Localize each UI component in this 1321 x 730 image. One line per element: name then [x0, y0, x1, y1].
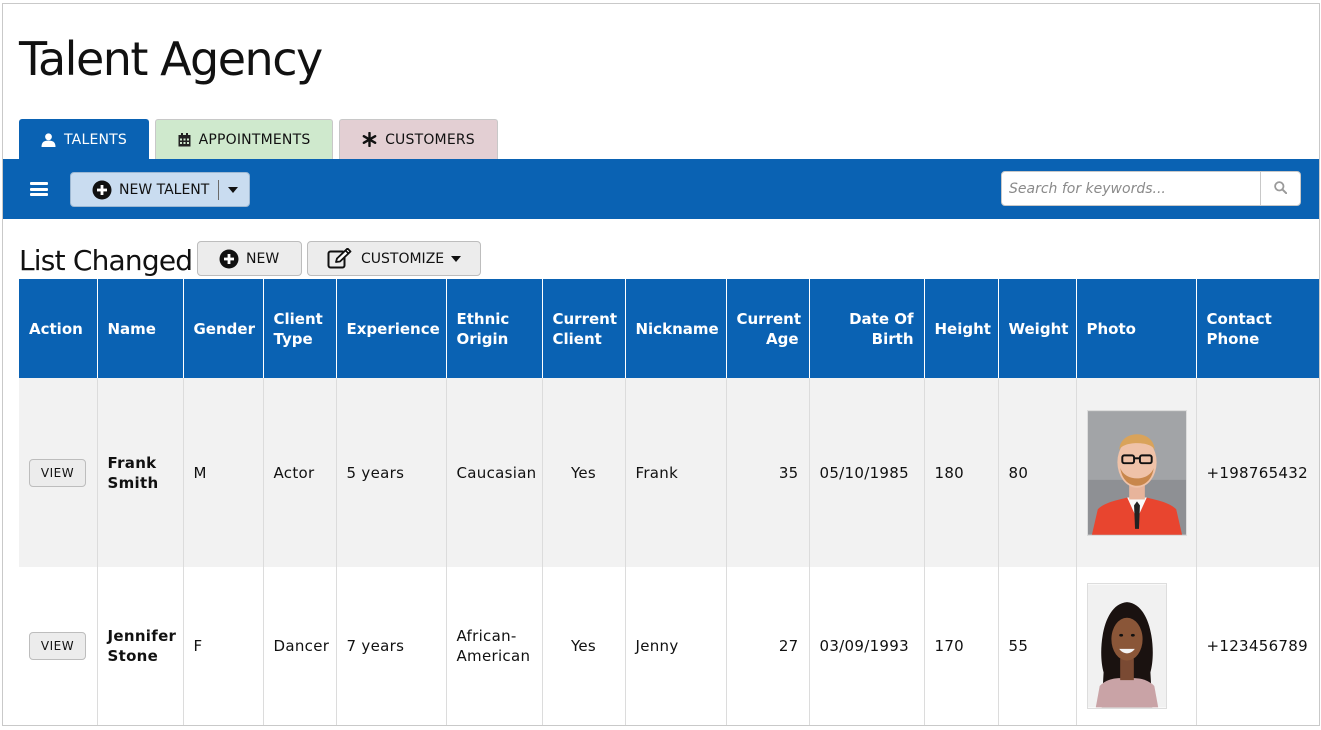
customize-button[interactable]: CUSTOMIZE [307, 241, 481, 276]
cell-weight: 80 [998, 378, 1077, 567]
user-icon [41, 132, 56, 147]
toolbar: NEW TALENT [3, 159, 1319, 219]
talent-table: Action Name Gender Client Type Experienc… [19, 279, 1319, 725]
col-header-experience[interactable]: Experience [336, 279, 447, 378]
cell-ethnic-origin: African-American [446, 567, 543, 725]
col-header-height[interactable]: Height [924, 279, 999, 378]
asterisk-icon [362, 132, 377, 147]
chevron-down-icon[interactable] [228, 187, 238, 193]
plus-circle-icon [92, 180, 112, 200]
search-button[interactable] [1260, 172, 1300, 205]
tab-customers[interactable]: CUSTOMERS [339, 119, 498, 159]
col-header-gender[interactable]: Gender [183, 279, 264, 378]
cell-photo [1076, 378, 1197, 567]
cell-date-of-birth: 05/10/1985 [809, 378, 925, 567]
table-row: VIEW Frank Smith M Actor 5 years Caucasi… [19, 378, 1319, 567]
hamburger-icon[interactable] [30, 182, 48, 196]
cell-gender: F [183, 567, 264, 725]
cell-client-type: Actor [263, 378, 337, 567]
cell-current-age: 35 [726, 378, 810, 567]
col-header-nickname[interactable]: Nickname [625, 279, 727, 378]
cell-current-client: Yes [542, 378, 626, 567]
cell-phone: +123456789 [1196, 567, 1319, 725]
plus-circle-icon [219, 249, 239, 269]
cell-name: Jennifer Stone [97, 567, 184, 725]
view-button[interactable]: VIEW [29, 632, 86, 660]
col-header-photo[interactable]: Photo [1076, 279, 1197, 378]
cell-height: 180 [924, 378, 999, 567]
cell-nickname: Frank [625, 378, 727, 567]
cell-experience: 5 years [336, 378, 447, 567]
tab-appointments-label: APPOINTMENTS [198, 131, 311, 148]
cell-photo [1076, 567, 1197, 725]
cell-nickname: Jenny [625, 567, 727, 725]
tab-customers-label: CUSTOMERS [385, 131, 475, 148]
col-header-contact-phone[interactable]: Contact Phone [1196, 279, 1319, 378]
cell-height: 170 [924, 567, 999, 725]
new-talent-label: NEW TALENT [119, 181, 210, 198]
cell-current-age: 27 [726, 567, 810, 725]
tab-bar: TALENTS APPOINTMENTS CUSTOMERS [19, 119, 498, 159]
col-header-name[interactable]: Name [97, 279, 184, 378]
man-portrait-photo[interactable] [1086, 409, 1187, 536]
new-button[interactable]: NEW [197, 241, 302, 276]
cell-phone: +198765432 [1196, 378, 1319, 567]
col-header-current-age[interactable]: Current Age [726, 279, 810, 378]
col-header-ethnic-origin[interactable]: Ethnic Origin [446, 279, 543, 378]
search-box [1001, 171, 1301, 206]
col-header-date-of-birth[interactable]: Date Of Birth [809, 279, 925, 378]
calendar-icon [178, 132, 191, 147]
table-header-row: Action Name Gender Client Type Experienc… [19, 279, 1319, 378]
app-title: Talent Agency [19, 32, 323, 86]
new-talent-button[interactable]: NEW TALENT [70, 172, 250, 207]
col-header-action[interactable]: Action [19, 279, 98, 378]
app-window: Talent Agency TALENTS APPOINTMENTS CUSTO… [2, 3, 1320, 726]
cell-name: Frank Smith [97, 378, 184, 567]
col-header-current-client[interactable]: Current Client [542, 279, 626, 378]
customize-label: CUSTOMIZE [361, 250, 445, 267]
cell-experience: 7 years [336, 567, 447, 725]
view-button[interactable]: VIEW [29, 458, 86, 487]
woman-portrait-photo[interactable] [1086, 583, 1167, 709]
col-header-client-type[interactable]: Client Type [263, 279, 337, 378]
new-button-label: NEW [246, 250, 280, 267]
search-icon [1274, 179, 1288, 198]
cell-client-type: Dancer [263, 567, 337, 725]
search-input[interactable] [1002, 172, 1260, 205]
col-header-weight[interactable]: Weight [998, 279, 1077, 378]
cell-ethnic-origin: Caucasian [446, 378, 543, 567]
cell-date-of-birth: 03/09/1993 [809, 567, 925, 725]
tab-appointments[interactable]: APPOINTMENTS [155, 119, 333, 159]
edit-icon [327, 247, 353, 270]
tab-talents[interactable]: TALENTS [19, 119, 149, 159]
list-title: List Changed [19, 244, 193, 277]
tab-talents-label: TALENTS [64, 131, 127, 148]
cell-current-client: Yes [542, 567, 626, 725]
table-row: VIEW Jennifer Stone F Dancer 7 years Afr… [19, 567, 1319, 725]
cell-weight: 55 [998, 567, 1077, 725]
chevron-down-icon[interactable] [451, 255, 462, 262]
cell-gender: M [183, 378, 264, 567]
